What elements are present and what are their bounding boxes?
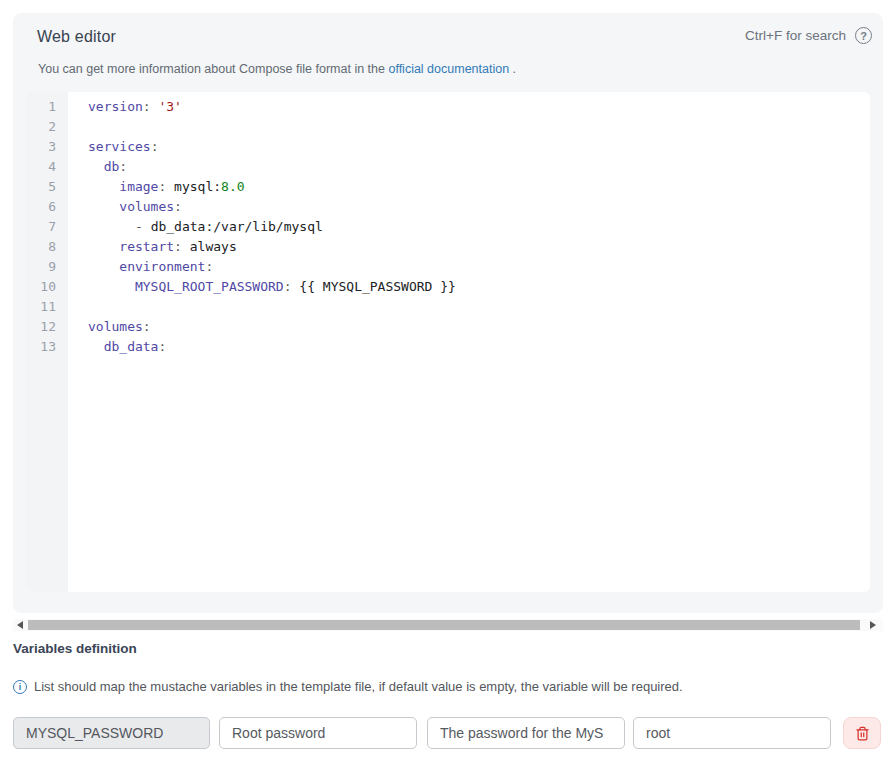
scrollbar-thumb[interactable] xyxy=(28,620,860,630)
code-line: volumes: xyxy=(88,197,870,217)
code-line: db_data: xyxy=(88,337,870,357)
code-line: services: xyxy=(88,137,870,157)
search-shortcut-label: Ctrl+F for search xyxy=(745,28,846,43)
horizontal-scrollbar[interactable] xyxy=(13,619,883,631)
line-number: 12 xyxy=(26,317,56,337)
hint-text-after: . xyxy=(509,62,516,76)
compose-format-hint: You can get more information about Compo… xyxy=(38,62,516,76)
line-number: 6 xyxy=(26,197,56,217)
remove-variable-button[interactable] xyxy=(843,717,881,749)
variable-description-input[interactable] xyxy=(427,717,625,749)
editor-line-numbers: 12345678910111213 xyxy=(26,92,68,592)
scrollbar-left-arrow-icon[interactable] xyxy=(17,621,23,629)
line-number: 2 xyxy=(26,117,56,137)
code-line: version: '3' xyxy=(88,97,870,117)
info-icon: i xyxy=(13,680,27,694)
variable-default-input[interactable] xyxy=(633,717,831,749)
line-number: 13 xyxy=(26,337,56,357)
line-number: 7 xyxy=(26,217,56,237)
line-number: 9 xyxy=(26,257,56,277)
code-line: MYSQL_ROOT_PASSWORD: {{ MYSQL_PASSWORD }… xyxy=(88,277,870,297)
variables-definition-heading: Variables definition xyxy=(13,641,137,656)
help-icon[interactable]: ? xyxy=(855,27,872,44)
code-line: db: xyxy=(88,157,870,177)
code-line: environment: xyxy=(88,257,870,277)
line-number: 5 xyxy=(26,177,56,197)
code-line xyxy=(88,297,870,317)
code-line: image: mysql:8.0 xyxy=(88,177,870,197)
trash-icon xyxy=(855,726,870,741)
code-line xyxy=(88,117,870,137)
code-editor[interactable]: 12345678910111213 version: '3' services:… xyxy=(26,92,870,592)
line-number: 4 xyxy=(26,157,56,177)
code-line: - db_data:/var/lib/mysql xyxy=(88,217,870,237)
line-number: 1 xyxy=(26,97,56,117)
code-line: volumes: xyxy=(88,317,870,337)
variable-label-input[interactable] xyxy=(219,717,417,749)
official-documentation-link[interactable]: official documentation xyxy=(388,62,509,76)
page-title: Web editor xyxy=(37,28,116,46)
editor-code-area[interactable]: version: '3' services: db: image: mysql:… xyxy=(68,92,870,592)
line-number: 11 xyxy=(26,297,56,317)
hint-text-before: You can get more information about Compo… xyxy=(38,62,388,76)
search-shortcut-hint: Ctrl+F for search ? xyxy=(745,27,872,44)
code-line: restart: always xyxy=(88,237,870,257)
variables-info-line: i List should map the mustache variables… xyxy=(13,679,683,694)
line-number: 8 xyxy=(26,237,56,257)
variables-info-text: List should map the mustache variables i… xyxy=(34,679,683,694)
scrollbar-right-arrow-icon[interactable] xyxy=(870,621,876,629)
variable-name-input[interactable] xyxy=(13,717,210,749)
web-editor-card: Web editor Ctrl+F for search ? You can g… xyxy=(13,13,883,613)
line-number: 3 xyxy=(26,137,56,157)
line-number: 10 xyxy=(26,277,56,297)
